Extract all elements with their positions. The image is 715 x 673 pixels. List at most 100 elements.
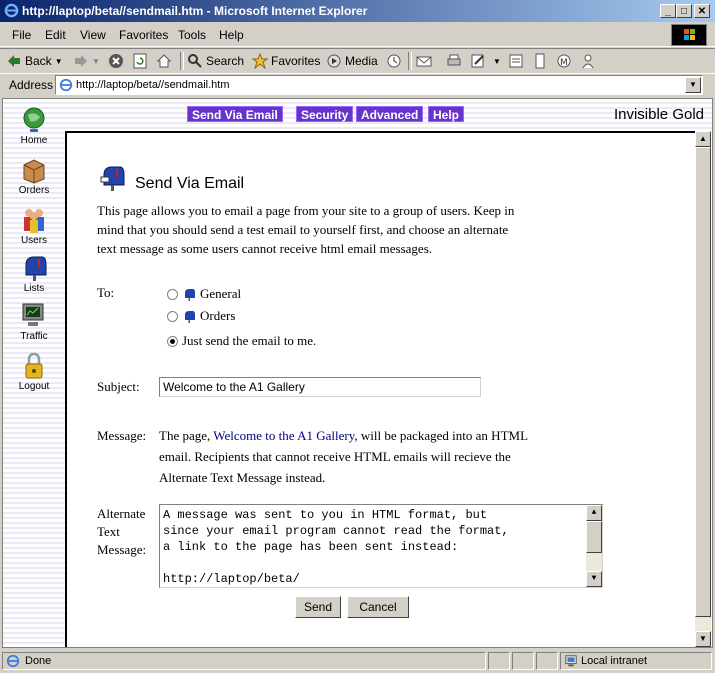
recipient-just-me[interactable]: Just send the email to me.	[167, 333, 316, 349]
page-done-icon	[6, 654, 20, 668]
subject-input[interactable]: Welcome to the A1 Gallery	[159, 377, 481, 397]
title-bar: http://laptop/beta//sendmail.htm - Micro…	[0, 0, 715, 22]
textarea-scrollbar[interactable]: ▲ ▼	[586, 505, 602, 587]
mailbox-icon	[100, 166, 125, 191]
close-button[interactable]: ✕	[694, 4, 710, 18]
status-cell	[536, 652, 558, 670]
tab-send-via-email[interactable]: Send Via Email	[187, 106, 283, 122]
windows-logo-icon	[671, 24, 707, 46]
intro-line: text message as some users cannot receiv…	[97, 241, 433, 256]
cancel-button[interactable]: Cancel	[347, 596, 409, 618]
status-cell	[512, 652, 534, 670]
search-icon	[188, 54, 202, 68]
menu-tools[interactable]: Tools	[178, 28, 206, 42]
search-button[interactable]: Search	[187, 53, 244, 69]
print-icon[interactable]	[446, 53, 462, 69]
home-icon[interactable]	[156, 53, 172, 69]
address-input[interactable]: http://laptop/beta//sendmail.htm ▼	[55, 75, 703, 95]
edit-dropdown-icon[interactable]: ▼	[493, 57, 501, 66]
status-zone: Local intranet	[560, 652, 712, 670]
research-icon[interactable]	[532, 53, 548, 69]
scroll-down-icon[interactable]: ▼	[695, 631, 711, 647]
menu-help[interactable]: Help	[219, 28, 244, 42]
tab-security[interactable]: Security	[296, 106, 354, 122]
intranet-icon	[565, 655, 577, 667]
scroll-up-icon[interactable]: ▲	[695, 131, 711, 147]
menu-view[interactable]: View	[80, 28, 106, 42]
nav-home[interactable]: Home	[3, 105, 65, 146]
mailbox-icon	[25, 256, 47, 281]
recipient-general[interactable]: General	[167, 286, 241, 302]
svg-text:M: M	[560, 58, 568, 68]
message-text: Alternate Text Message instead.	[159, 470, 326, 485]
nav-orders-label: Orders	[18, 185, 50, 196]
message-text: The page,	[159, 428, 214, 443]
scroll-up-icon[interactable]: ▲	[586, 505, 602, 521]
browser-viewport: Home Orders Users Lists Traffic Logout S…	[2, 98, 713, 648]
back-button[interactable]: Back ▼	[6, 53, 63, 69]
media-button[interactable]: Media	[326, 53, 378, 69]
address-dropdown-icon[interactable]: ▼	[685, 77, 701, 93]
brand-name: Invisible Gold	[613, 106, 704, 123]
subject-label: Subject:	[97, 379, 140, 394]
alt-label-line: Alternate	[97, 506, 146, 521]
tab-advanced[interactable]: Advanced	[356, 106, 424, 122]
messenger-icon[interactable]: M	[556, 53, 572, 69]
radio-button[interactable]	[167, 288, 178, 300]
nav-traffic-label: Traffic	[20, 331, 48, 342]
nav-traffic[interactable]: Traffic	[3, 301, 65, 342]
stop-icon[interactable]	[108, 53, 124, 69]
maximize-button[interactable]: □	[676, 4, 692, 18]
media-label: Media	[345, 54, 378, 68]
mail-icon[interactable]	[416, 53, 432, 69]
edit-icon[interactable]	[470, 53, 486, 69]
menu-edit[interactable]: Edit	[45, 28, 66, 42]
mailbox-icon	[185, 310, 195, 323]
nav-orders[interactable]: Orders	[3, 155, 65, 196]
radio-button-selected[interactable]	[167, 335, 178, 347]
send-button[interactable]: Send	[295, 596, 341, 618]
scroll-thumb[interactable]	[695, 147, 711, 617]
recipient-orders[interactable]: Orders	[167, 308, 235, 324]
forward-dropdown-icon[interactable]: ▼	[92, 57, 100, 66]
status-bar: Done Local intranet	[0, 650, 715, 673]
nav-users[interactable]: Users	[3, 205, 65, 246]
refresh-icon[interactable]	[132, 53, 148, 69]
page-scrollbar[interactable]: ▲ ▼	[695, 131, 711, 647]
message-text: , will be packaged into an HTML	[354, 428, 529, 443]
mailbox-icon	[185, 288, 195, 301]
intro-line: This page allows you to email a page fro…	[97, 203, 515, 218]
nav-logout[interactable]: Logout	[3, 351, 65, 392]
user-icon[interactable]	[580, 53, 596, 69]
history-icon[interactable]	[386, 53, 402, 69]
scroll-thumb[interactable]	[586, 521, 602, 553]
nav-lists[interactable]: Lists	[3, 253, 65, 294]
toolbar-separator	[180, 52, 184, 70]
nav-logout-label: Logout	[18, 381, 50, 392]
status-main: Done	[2, 652, 486, 670]
zone-text: Local intranet	[581, 655, 648, 667]
radio-button[interactable]	[167, 310, 178, 322]
ie-logo-icon	[4, 3, 19, 18]
favorites-label: Favorites	[271, 54, 321, 68]
alternate-text-value: A message was sent to you in HTML format…	[163, 508, 509, 586]
traffic-monitor-icon	[22, 303, 44, 326]
scroll-down-icon[interactable]: ▼	[586, 571, 602, 587]
tab-help[interactable]: Help	[428, 106, 465, 122]
nav-home-label: Home	[20, 135, 48, 146]
page-icon	[59, 78, 73, 92]
toolbar: Back ▼ ▼ Search Favorites Media ▼ M	[0, 48, 715, 74]
address-bar: Address http://laptop/beta//sendmail.htm…	[0, 74, 715, 96]
back-arrow-icon	[8, 55, 20, 67]
menu-favorites[interactable]: Favorites	[119, 28, 168, 42]
back-dropdown-icon[interactable]: ▼	[55, 57, 63, 66]
discuss-icon[interactable]	[508, 53, 524, 69]
favorites-button[interactable]: Favorites	[252, 53, 320, 69]
alt-label-line: Text	[97, 524, 120, 539]
to-label: To:	[97, 285, 115, 300]
forward-button[interactable]: ▼	[73, 53, 100, 69]
menu-file[interactable]: File	[12, 28, 31, 42]
minimize-button[interactable]: _	[660, 4, 676, 18]
page-link[interactable]: Welcome to the A1 Gallery	[213, 428, 354, 443]
alternate-text-textarea[interactable]: A message was sent to you in HTML format…	[159, 504, 603, 588]
